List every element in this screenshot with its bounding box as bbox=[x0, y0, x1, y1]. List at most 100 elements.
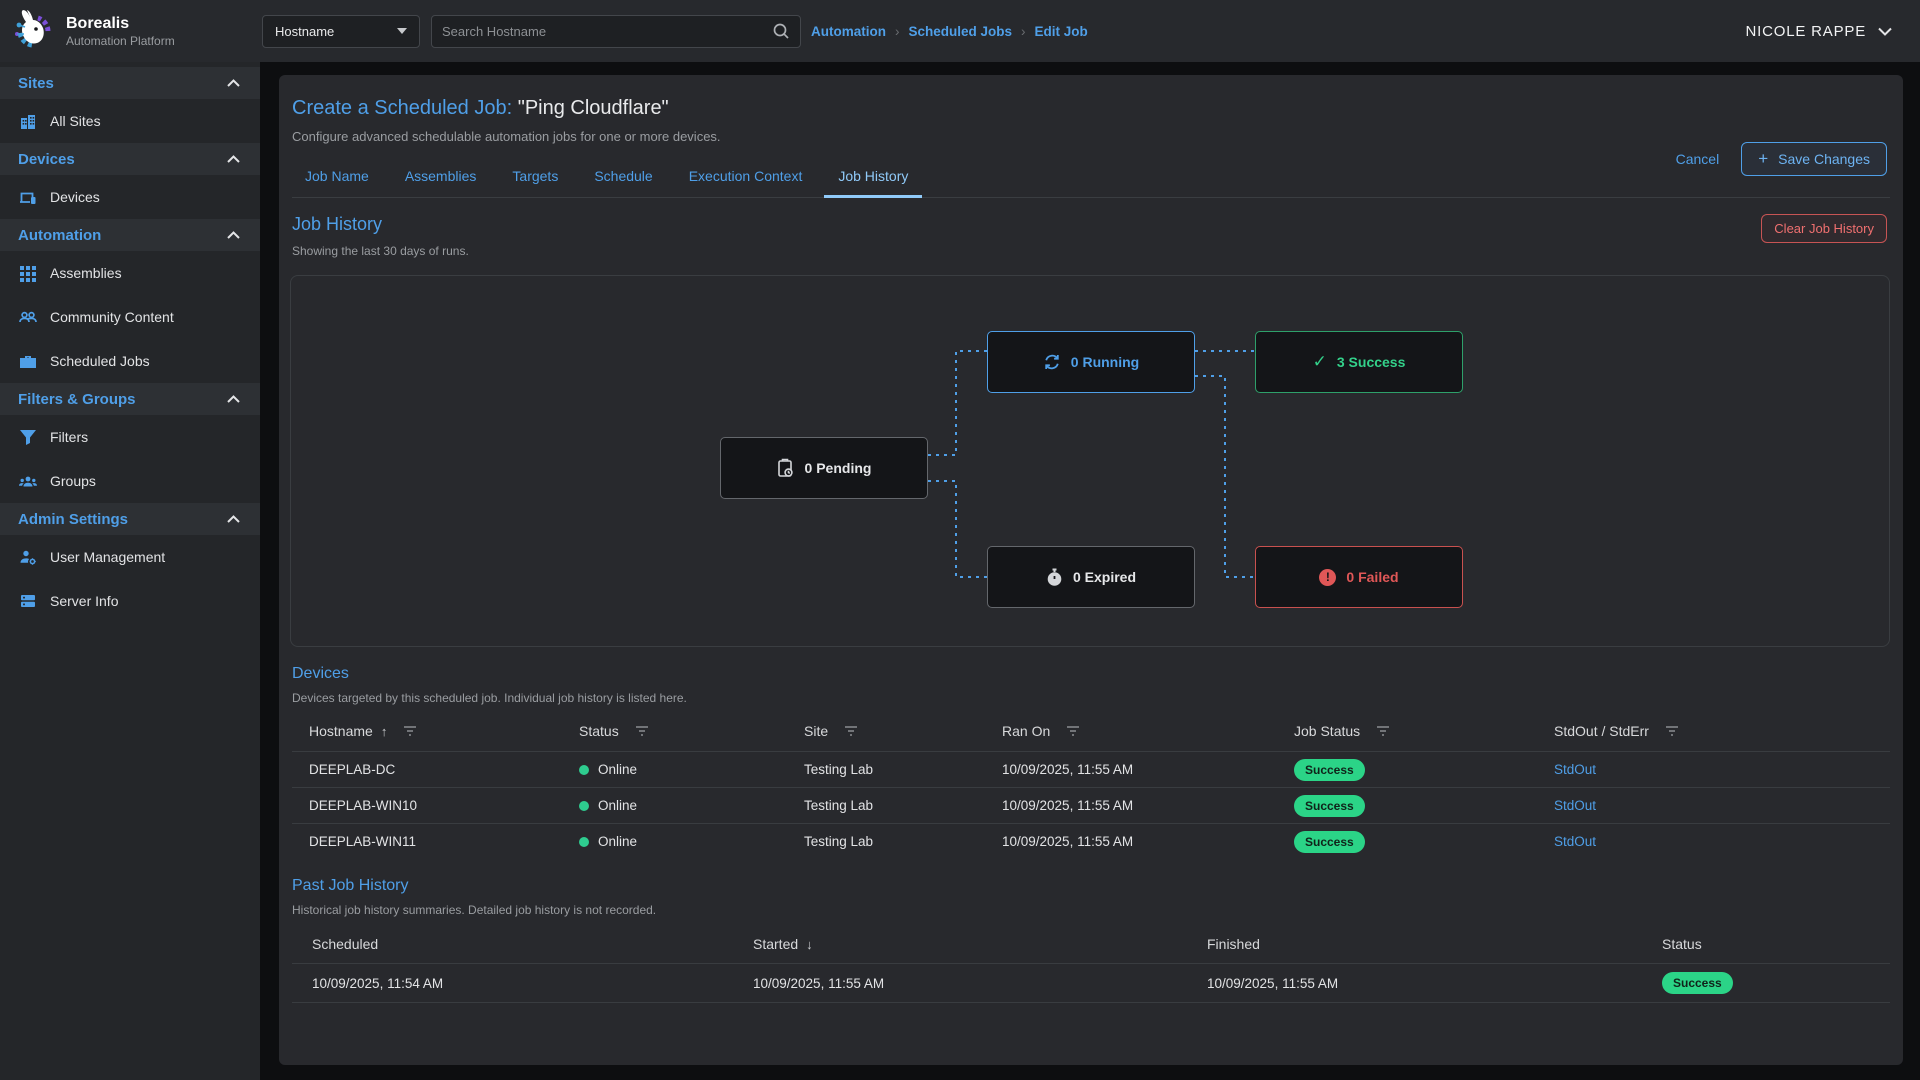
breadcrumb-automation[interactable]: Automation bbox=[811, 24, 886, 39]
column-hostname[interactable]: Hostname ↑ bbox=[309, 723, 579, 739]
flow-pending-box: 0 Pending bbox=[720, 437, 928, 499]
sidebar-item-community-content[interactable]: Community Content bbox=[0, 295, 260, 339]
search-box[interactable] bbox=[431, 15, 801, 48]
filter-icon[interactable] bbox=[844, 726, 858, 736]
cell-finished: 10/09/2025, 11:55 AM bbox=[1207, 976, 1662, 991]
sidebar-section-sites[interactable]: Sites bbox=[0, 67, 260, 99]
sidebar-item-user-management[interactable]: User Management bbox=[0, 535, 260, 579]
caret-down-icon bbox=[397, 28, 407, 34]
devices-table-header: Hostname ↑ Status Site Ran On Job Status bbox=[292, 711, 1890, 751]
app-subtitle: Automation Platform bbox=[66, 34, 175, 48]
column-label: Job Status bbox=[1294, 723, 1360, 739]
briefcase-icon bbox=[18, 351, 38, 371]
grid-icon bbox=[18, 263, 38, 283]
sidebar-item-groups[interactable]: Groups bbox=[0, 459, 260, 503]
filter-icon[interactable] bbox=[1376, 726, 1390, 736]
filter-icon[interactable] bbox=[635, 726, 649, 736]
section-label: Automation bbox=[18, 227, 101, 244]
column-status[interactable]: Status bbox=[1662, 936, 1890, 952]
stdout-link[interactable]: StdOut bbox=[1554, 798, 1596, 813]
column-scheduled[interactable]: Scheduled bbox=[312, 936, 753, 952]
sidebar-section-admin-settings[interactable]: Admin Settings bbox=[0, 503, 260, 535]
section-label: Filters & Groups bbox=[18, 391, 136, 408]
filter-icon[interactable] bbox=[1066, 726, 1080, 736]
breadcrumb-edit-job[interactable]: Edit Job bbox=[1035, 24, 1088, 39]
cancel-button[interactable]: Cancel bbox=[1676, 151, 1720, 167]
flow-running-label: 0 Running bbox=[1071, 354, 1139, 370]
user-menu[interactable]: NICOLE RAPPE bbox=[1746, 0, 1892, 62]
sidebar-item-assemblies[interactable]: Assemblies bbox=[0, 251, 260, 295]
save-changes-button[interactable]: + Save Changes bbox=[1741, 142, 1887, 176]
chevron-up-icon bbox=[227, 155, 240, 163]
cell-started: 10/09/2025, 11:55 AM bbox=[753, 976, 1207, 991]
check-icon: ✓ bbox=[1313, 352, 1327, 372]
sidebar-item-server-info[interactable]: Server Info bbox=[0, 579, 260, 623]
cell-job-status: Success bbox=[1294, 759, 1554, 781]
cell-status: Online bbox=[579, 834, 804, 849]
top-bar: Borealis Automation Platform Hostname Au… bbox=[0, 0, 1920, 62]
column-ran-on[interactable]: Ran On bbox=[1002, 723, 1294, 739]
page-subtitle: Configure advanced schedulable automatio… bbox=[292, 129, 1890, 144]
content-panel: Create a Scheduled Job: "Ping Cloudflare… bbox=[279, 75, 1903, 1065]
sidebar-item-label: Groups bbox=[50, 473, 96, 489]
table-row[interactable]: DEEPLAB-DC Online Testing Lab 10/09/2025… bbox=[292, 751, 1890, 787]
status-text: Online bbox=[598, 834, 637, 849]
cell-ran-on: 10/09/2025, 11:55 AM bbox=[1002, 834, 1294, 849]
sidebar-item-all-sites[interactable]: All Sites bbox=[0, 99, 260, 143]
clear-job-history-button[interactable]: Clear Job History bbox=[1761, 214, 1887, 243]
column-stdout-stderr[interactable]: StdOut / StdErr bbox=[1554, 723, 1890, 739]
tab-targets[interactable]: Targets bbox=[498, 156, 572, 198]
cell-stdout: StdOut bbox=[1554, 834, 1890, 849]
sort-asc-icon[interactable]: ↑ bbox=[381, 724, 388, 739]
tab-assemblies[interactable]: Assemblies bbox=[391, 156, 491, 198]
alert-icon: ! bbox=[1319, 569, 1336, 586]
filter-icon[interactable] bbox=[1665, 726, 1679, 736]
sidebar-section-automation[interactable]: Automation bbox=[0, 219, 260, 251]
breadcrumb-scheduled-jobs[interactable]: Scheduled Jobs bbox=[909, 24, 1013, 39]
status-badge: Success bbox=[1294, 831, 1365, 853]
online-dot-icon bbox=[579, 801, 589, 811]
cell-status: Success bbox=[1662, 972, 1890, 994]
sidebar-section-devices[interactable]: Devices bbox=[0, 143, 260, 175]
sidebar-item-filters[interactable]: Filters bbox=[0, 415, 260, 459]
tab-job-name[interactable]: Job Name bbox=[292, 156, 383, 198]
chevron-up-icon bbox=[227, 79, 240, 87]
job-history-title: Job History bbox=[292, 214, 469, 235]
flow-success-label: 3 Success bbox=[1337, 354, 1406, 370]
tab-schedule[interactable]: Schedule bbox=[580, 156, 666, 198]
search-input[interactable] bbox=[442, 24, 772, 39]
flow-running-box: 0 Running bbox=[987, 331, 1195, 393]
sidebar-item-label: All Sites bbox=[50, 113, 101, 129]
chevron-down-icon bbox=[1878, 27, 1892, 36]
table-row[interactable]: DEEPLAB-WIN11 Online Testing Lab 10/09/2… bbox=[292, 823, 1890, 859]
column-status[interactable]: Status bbox=[579, 723, 804, 739]
sidebar-section-filters-groups[interactable]: Filters & Groups bbox=[0, 383, 260, 415]
sort-desc-icon[interactable]: ↓ bbox=[806, 937, 813, 952]
section-label: Devices bbox=[18, 151, 75, 168]
stopwatch-icon bbox=[1046, 568, 1063, 587]
column-site[interactable]: Site bbox=[804, 723, 1002, 739]
column-started[interactable]: Started ↓ bbox=[753, 936, 1207, 952]
column-job-status[interactable]: Job Status bbox=[1294, 723, 1554, 739]
sidebar-item-label: Scheduled Jobs bbox=[50, 353, 150, 369]
cell-job-status: Success bbox=[1294, 795, 1554, 817]
past-job-history-title: Past Job History bbox=[292, 877, 1890, 895]
funnel-icon bbox=[18, 427, 38, 447]
sidebar-item-devices[interactable]: Devices bbox=[0, 175, 260, 219]
search-icon[interactable] bbox=[772, 22, 790, 40]
column-finished[interactable]: Finished bbox=[1207, 936, 1662, 952]
breadcrumb-separator: › bbox=[895, 24, 900, 39]
tab-job-history[interactable]: Job History bbox=[824, 156, 922, 198]
table-row[interactable]: 10/09/2025, 11:54 AM 10/09/2025, 11:55 A… bbox=[292, 963, 1890, 1003]
table-row[interactable]: DEEPLAB-WIN10 Online Testing Lab 10/09/2… bbox=[292, 787, 1890, 823]
sidebar-item-scheduled-jobs[interactable]: Scheduled Jobs bbox=[0, 339, 260, 383]
stdout-link[interactable]: StdOut bbox=[1554, 834, 1596, 849]
page-title-prefix: Create a Scheduled Job: bbox=[292, 97, 512, 119]
status-badge: Success bbox=[1294, 795, 1365, 817]
cell-hostname: DEEPLAB-WIN11 bbox=[309, 834, 579, 849]
stdout-link[interactable]: StdOut bbox=[1554, 762, 1596, 777]
tab-execution-context[interactable]: Execution Context bbox=[675, 156, 817, 198]
filter-icon[interactable] bbox=[403, 726, 417, 736]
hostname-dropdown[interactable]: Hostname bbox=[262, 15, 420, 48]
clipboard-clock-icon bbox=[777, 458, 795, 478]
